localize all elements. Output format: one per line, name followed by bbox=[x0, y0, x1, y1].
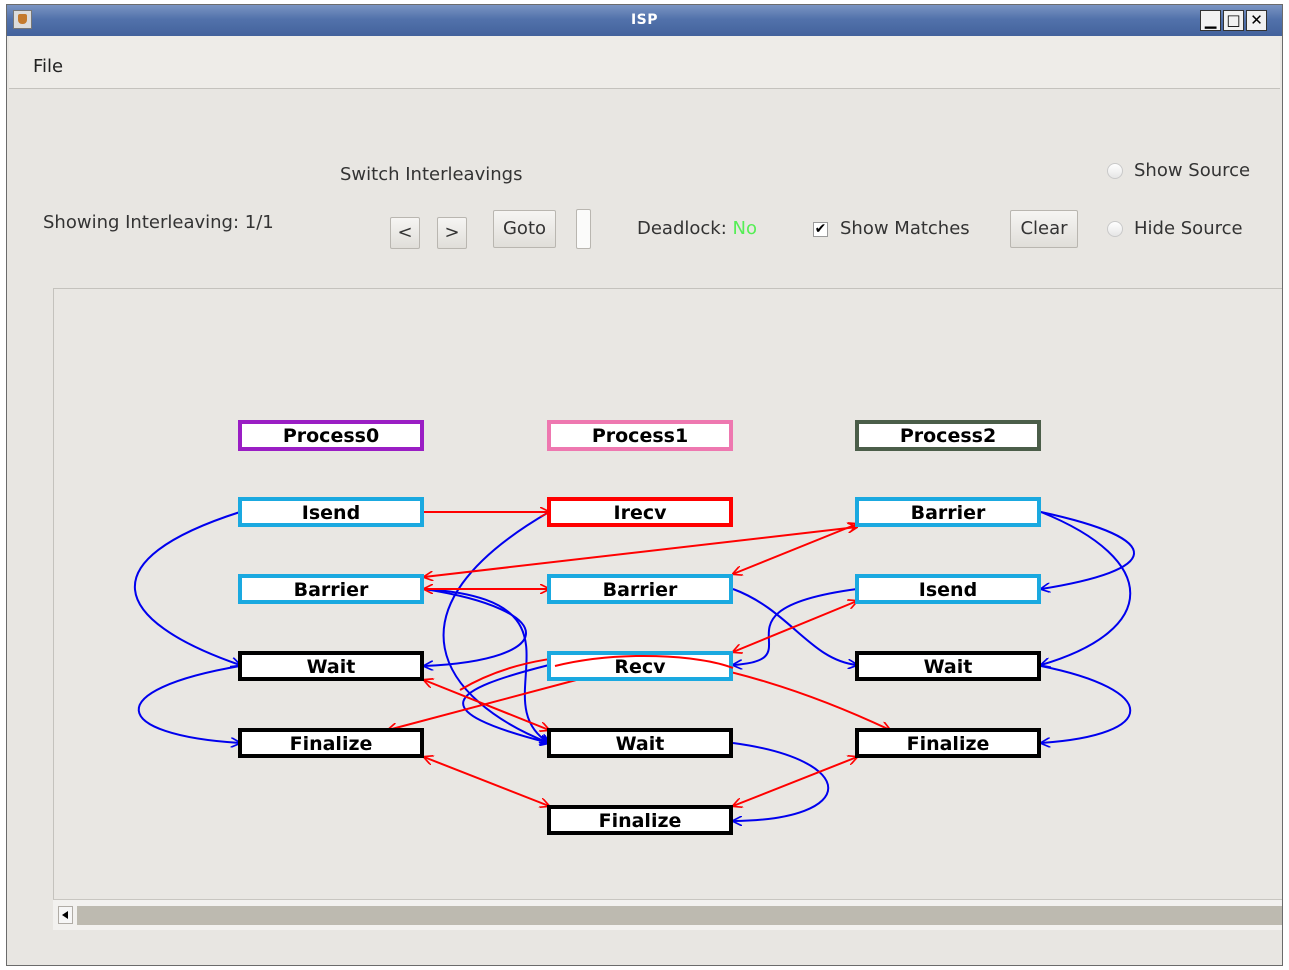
node-label: Wait bbox=[924, 656, 973, 678]
node-label: Finalize bbox=[290, 733, 373, 755]
node-p0-barrier[interactable]: Barrier bbox=[238, 574, 424, 604]
match-p2-finalize-p1-finalize bbox=[733, 757, 857, 806]
node-label: Barrier bbox=[294, 579, 369, 601]
node-label: Barrier bbox=[911, 502, 986, 524]
node-label: Finalize bbox=[907, 733, 990, 755]
edge-p0-isend-wait bbox=[133, 511, 240, 665]
edge-p0-wait-finalize bbox=[137, 665, 240, 743]
node-p2-wait[interactable]: Wait bbox=[855, 651, 1041, 681]
edge-p1-wait-finalize bbox=[733, 742, 830, 821]
edge-p0-barrier-p1-wait bbox=[423, 588, 549, 743]
node-p1-finalize[interactable]: Finalize bbox=[547, 805, 733, 835]
node-label: Process0 bbox=[283, 425, 379, 447]
node-process2[interactable]: Process2 bbox=[855, 420, 1041, 451]
node-label: Isend bbox=[919, 579, 977, 601]
edge-p2-barrier-isend bbox=[1041, 511, 1135, 589]
node-label: Wait bbox=[616, 733, 665, 755]
node-p2-barrier[interactable]: Barrier bbox=[855, 497, 1041, 527]
node-label: Barrier bbox=[603, 579, 678, 601]
graph-nodes: Process0 Process1 Process2 Isend Irecv B… bbox=[238, 420, 1041, 835]
node-p2-finalize[interactable]: Finalize bbox=[855, 728, 1041, 758]
match-p2-barrier-p0-barrier bbox=[424, 527, 857, 577]
node-process1[interactable]: Process1 bbox=[547, 420, 733, 451]
node-label: Finalize bbox=[599, 810, 682, 832]
node-p0-isend[interactable]: Isend bbox=[238, 497, 424, 527]
node-p0-wait[interactable]: Wait bbox=[238, 651, 424, 681]
edge-p2-wait-finalize bbox=[1041, 665, 1131, 743]
node-label: Wait bbox=[307, 656, 356, 678]
node-label: Process2 bbox=[900, 425, 996, 447]
node-label: Isend bbox=[302, 502, 360, 524]
interleaving-graph: Process0 Process1 Process2 Isend Irecv B… bbox=[133, 420, 1135, 835]
match-p2-isend-p1-recv bbox=[733, 601, 857, 652]
node-label: Irecv bbox=[614, 502, 668, 524]
node-p1-barrier[interactable]: Barrier bbox=[547, 574, 733, 604]
node-p2-isend[interactable]: Isend bbox=[855, 574, 1041, 604]
node-p1-irecv[interactable]: Irecv bbox=[547, 497, 733, 527]
node-p1-wait[interactable]: Wait bbox=[547, 728, 733, 758]
match-p0-finalize-p1-finalize bbox=[424, 757, 549, 806]
edge-p0-barrier-p0-wait bbox=[424, 588, 527, 666]
node-process0[interactable]: Process0 bbox=[238, 420, 424, 451]
match-p2-barrier-p1-barrier bbox=[733, 524, 857, 574]
node-p0-finalize[interactable]: Finalize bbox=[238, 728, 424, 758]
node-label: Recv bbox=[614, 656, 666, 678]
node-label: Process1 bbox=[592, 425, 688, 447]
